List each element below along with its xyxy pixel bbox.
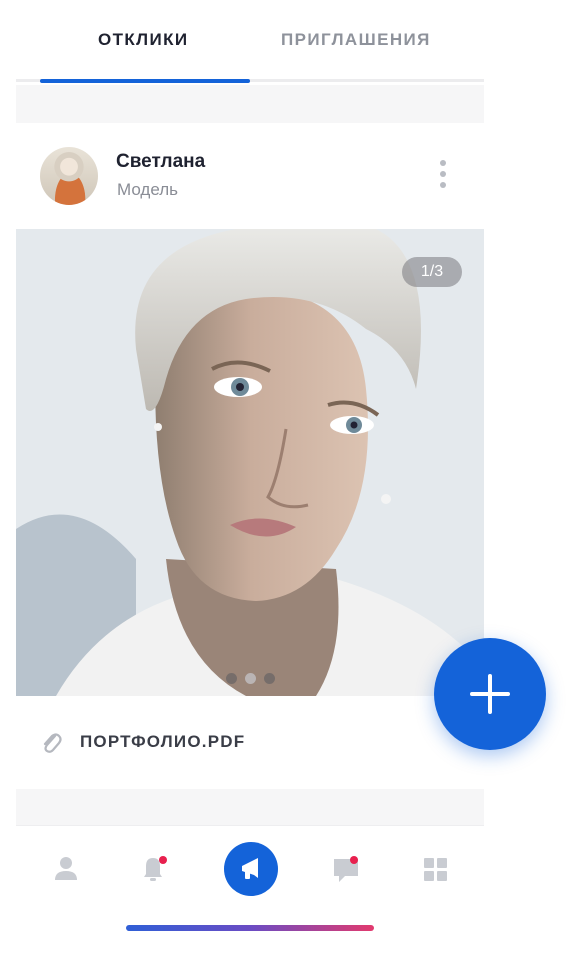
photo-counter: 1/3 — [402, 257, 462, 287]
notification-badge — [159, 856, 167, 864]
nav-notifications[interactable] — [126, 844, 180, 898]
message-badge — [350, 856, 358, 864]
bell-icon — [144, 858, 162, 881]
add-button[interactable] — [434, 638, 546, 750]
more-options-icon[interactable] — [432, 155, 454, 195]
avatar[interactable] — [40, 147, 98, 205]
nav-castings[interactable] — [224, 842, 278, 896]
carousel-dot[interactable] — [264, 673, 275, 684]
carousel-indicator — [226, 673, 286, 685]
carousel-dot[interactable] — [245, 673, 256, 684]
response-card[interactable]: Светлана Модель 1/3 ПОРТФОЛИО.PDF — [16, 123, 484, 789]
chat-icon — [334, 859, 358, 882]
carousel-dot[interactable] — [226, 673, 237, 684]
active-tab-indicator — [40, 79, 250, 83]
megaphone-icon — [242, 858, 258, 879]
attachment-filename: ПОРТФОЛИО.PDF — [80, 732, 246, 751]
portfolio-attachment[interactable]: ПОРТФОЛИО.PDF — [16, 696, 484, 789]
tab-bar: ОТКЛИКИ ПРИГЛАШЕНИЯ — [16, 0, 484, 83]
responses-feed: Светлана Модель 1/3 ПОРТФОЛИО.PDF — [16, 85, 484, 825]
tab-responses[interactable]: ОТКЛИКИ — [98, 30, 189, 50]
profile-icon — [55, 857, 77, 880]
home-indicator — [126, 925, 374, 931]
portrait-image — [16, 229, 484, 696]
app-screen: ОТКЛИКИ ПРИГЛАШЕНИЯ Светлана Модель 1/3 … — [16, 0, 484, 959]
card-header: Светлана Модель — [16, 123, 484, 229]
nav-profile[interactable] — [39, 844, 93, 898]
nav-menu[interactable] — [409, 844, 463, 898]
candidate-name[interactable]: Светлана — [116, 151, 205, 173]
portfolio-photo[interactable]: 1/3 — [16, 229, 484, 696]
candidate-role: Модель — [117, 180, 179, 199]
paperclip-icon — [43, 733, 62, 753]
nav-messages[interactable] — [319, 844, 373, 898]
grid-icon — [424, 858, 447, 881]
bottom-navigation — [16, 825, 484, 911]
tab-invitations[interactable]: ПРИГЛАШЕНИЯ — [281, 30, 431, 50]
